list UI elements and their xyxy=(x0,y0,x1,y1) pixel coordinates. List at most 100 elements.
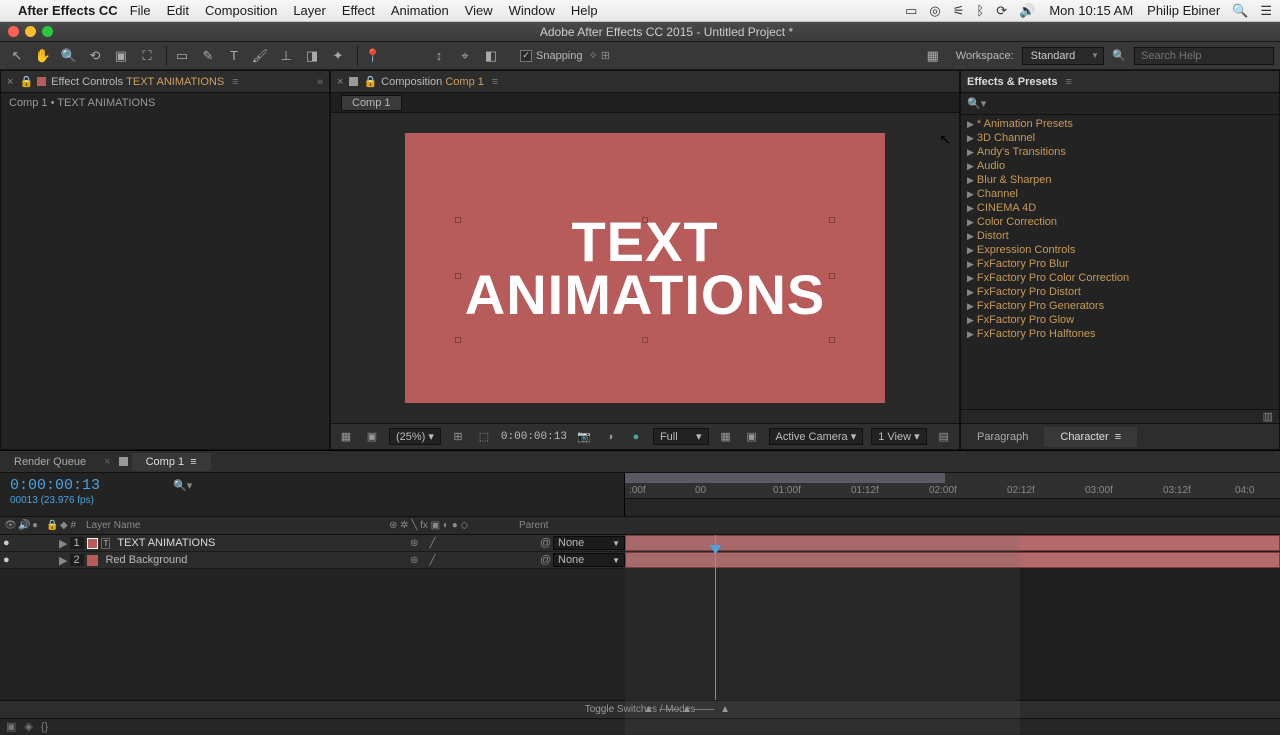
effects-category[interactable]: ▶Blur & Sharpen xyxy=(961,173,1279,187)
selection-handle[interactable] xyxy=(455,273,461,279)
work-area-bar[interactable] xyxy=(625,473,945,483)
effects-category[interactable]: ▶Channel xyxy=(961,187,1279,201)
brush-tool-icon[interactable]: 🖌 xyxy=(249,46,271,66)
app-name[interactable]: After Effects CC xyxy=(18,3,118,18)
clone-tool-icon[interactable]: ⊥ xyxy=(275,46,297,66)
menu-file[interactable]: File xyxy=(130,3,151,18)
effects-category[interactable]: ▶FxFactory Pro Blur xyxy=(961,257,1279,271)
search-help-input[interactable] xyxy=(1134,47,1274,65)
battery-icon[interactable]: ▭ xyxy=(905,3,917,19)
status-icon[interactable]: ◈ xyxy=(24,720,32,733)
tab-character[interactable]: Character ≡ xyxy=(1044,427,1137,447)
selection-handle[interactable] xyxy=(829,217,835,223)
col-visibility-icon[interactable]: 👁 xyxy=(0,520,14,531)
footer-timecode[interactable]: 0:00:00:13 xyxy=(501,431,567,443)
bluetooth-icon[interactable]: ᛒ xyxy=(976,3,984,18)
status-icon[interactable]: ▣ xyxy=(6,720,16,733)
effects-category[interactable]: ▶FxFactory Pro Glow xyxy=(961,313,1279,327)
menu-composition[interactable]: Composition xyxy=(205,3,277,18)
eraser-tool-icon[interactable]: ◨ xyxy=(301,46,323,66)
transparency-icon[interactable]: ▦ xyxy=(717,429,735,445)
menu-effect[interactable]: Effect xyxy=(342,3,375,18)
wifi-icon[interactable]: ⚟ xyxy=(953,3,965,19)
effects-category[interactable]: ▶Expression Controls xyxy=(961,243,1279,257)
close-tab-icon[interactable]: × xyxy=(7,76,13,88)
zoom-window-button[interactable] xyxy=(42,26,53,37)
camera-dropdown[interactable]: Active Camera ▾ xyxy=(769,428,864,445)
new-bin-icon[interactable]: ▥ xyxy=(1263,411,1273,423)
layer-row[interactable]: ● ▶ 2 Red Background ⊛ ╱ @ None▼ xyxy=(0,552,625,569)
layer-name[interactable]: TEXT ANIMATIONS xyxy=(113,537,407,549)
selection-handle[interactable] xyxy=(829,337,835,343)
view-dropdown[interactable]: 1 View ▾ xyxy=(871,428,926,445)
effects-search-input[interactable] xyxy=(990,96,1273,111)
channel-icon[interactable]: ◑ xyxy=(601,429,619,445)
camera-tool-icon[interactable]: ▣ xyxy=(110,46,132,66)
resolution-icon[interactable]: ⊞ xyxy=(449,429,467,445)
selection-tool-icon[interactable]: ↖ xyxy=(6,46,28,66)
playhead[interactable] xyxy=(715,535,716,700)
menu-layer[interactable]: Layer xyxy=(293,3,326,18)
status-icon[interactable]: {} xyxy=(41,721,48,733)
pixel-aspect-icon[interactable]: ▤ xyxy=(935,429,953,445)
pan-behind-tool-icon[interactable]: ⛶ xyxy=(136,46,158,66)
overflow-icon[interactable]: » xyxy=(317,76,323,88)
menu-window[interactable]: Window xyxy=(509,3,555,18)
effects-category[interactable]: ▶CINEMA 4D xyxy=(961,201,1279,215)
selection-handle[interactable] xyxy=(642,217,648,223)
effects-category[interactable]: ▶Color Correction xyxy=(961,215,1279,229)
sync-icon[interactable]: ⟳ xyxy=(996,3,1007,19)
mask-icon[interactable]: ◧ xyxy=(480,46,502,66)
spotlight-icon[interactable]: 🔍 xyxy=(1232,3,1248,19)
lock-icon[interactable]: 🔒 xyxy=(363,75,377,88)
menubar-clock[interactable]: Mon 10:15 AM xyxy=(1049,3,1133,18)
tab-render-queue[interactable]: Render Queue xyxy=(0,453,100,471)
checkbox-icon[interactable]: ✓ xyxy=(520,50,532,62)
menu-animation[interactable]: Animation xyxy=(391,3,449,18)
brightness-icon[interactable]: ▦ xyxy=(922,46,944,66)
panel-menu-icon[interactable]: ≡ xyxy=(1066,76,1072,88)
rectangle-tool-icon[interactable]: ▭ xyxy=(171,46,193,66)
pickwhip-icon[interactable]: @ xyxy=(537,554,553,566)
menu-view[interactable]: View xyxy=(465,3,493,18)
close-tab-icon[interactable]: × xyxy=(337,76,343,88)
comp-tab[interactable]: Comp 1 xyxy=(341,95,402,111)
mask-toggle-icon[interactable]: ▣ xyxy=(363,429,381,445)
color-mgmt-icon[interactable]: ● xyxy=(627,429,645,445)
composition-viewer[interactable]: TEXT ANIMATIONS ↖ xyxy=(331,113,959,423)
effects-category[interactable]: ▶* Animation Presets xyxy=(961,117,1279,131)
workspace-dropdown[interactable]: Standard xyxy=(1022,47,1105,65)
roto-tool-icon[interactable]: ✦ xyxy=(327,46,349,66)
visibility-toggle[interactable]: ● xyxy=(0,537,14,549)
pen-tool-icon[interactable]: ✎ xyxy=(197,46,219,66)
tab-paragraph[interactable]: Paragraph xyxy=(961,427,1044,447)
effects-list[interactable]: ▶* Animation Presets ▶3D Channel ▶Andy's… xyxy=(961,115,1279,409)
selection-handle[interactable] xyxy=(455,217,461,223)
twirl-icon[interactable]: ▶ xyxy=(56,554,70,567)
menubar-user[interactable]: Philip Ebiner xyxy=(1147,3,1220,18)
menu-help[interactable]: Help xyxy=(571,3,598,18)
timeline-timecode[interactable]: 0:00:00:13 xyxy=(10,477,100,494)
layer-color-swatch[interactable] xyxy=(87,538,98,549)
selection-handle[interactable] xyxy=(829,273,835,279)
grid-icon[interactable]: ▦ xyxy=(337,429,355,445)
zoom-tool-icon[interactable]: 🔍 xyxy=(58,46,80,66)
visibility-toggle[interactable]: ● xyxy=(0,554,14,566)
selection-handle[interactable] xyxy=(642,337,648,343)
effects-category[interactable]: ▶Audio xyxy=(961,159,1279,173)
col-solo-icon[interactable]: ● xyxy=(28,520,42,531)
layer-row[interactable]: ● ▶ 1 T TEXT ANIMATIONS ⊛ ╱ @ None▼ xyxy=(0,535,625,552)
notifications-icon[interactable]: ☰ xyxy=(1260,3,1272,19)
lock-icon[interactable]: 🔒 xyxy=(19,75,33,88)
3d-icon[interactable]: ▣ xyxy=(743,429,761,445)
parent-dropdown[interactable]: None▼ xyxy=(553,553,625,567)
close-tab-icon[interactable]: × xyxy=(100,456,114,468)
pickwhip-icon[interactable]: @ xyxy=(537,537,553,549)
snapping-toggle[interactable]: ✓ Snapping ✧ ⊞ xyxy=(520,49,610,62)
effects-category[interactable]: ▶FxFactory Pro Halftones xyxy=(961,327,1279,341)
zoom-slider-icon[interactable]: ▲ —— ▲ —— ▲ xyxy=(644,704,730,715)
parent-dropdown[interactable]: None▼ xyxy=(553,536,625,550)
panel-menu-icon[interactable]: ≡ xyxy=(492,76,498,88)
snapshot-icon[interactable]: 📷 xyxy=(575,429,593,445)
selection-handle[interactable] xyxy=(455,337,461,343)
